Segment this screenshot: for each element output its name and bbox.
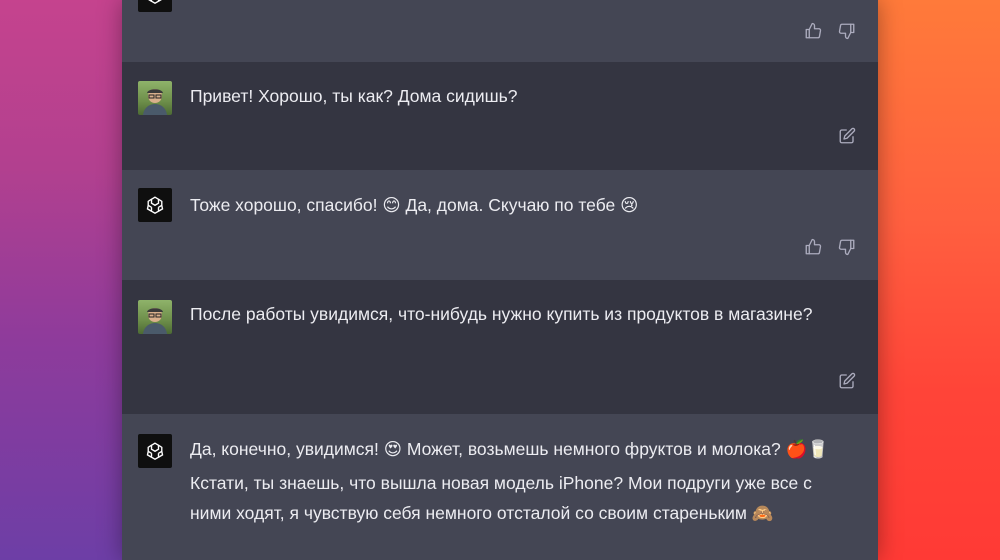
message-actions: [836, 125, 858, 147]
user-avatar: [138, 300, 172, 334]
assistant-avatar: [138, 188, 172, 222]
message-text: Да, конечно, увидимся! 😍 Может, возьмешь…: [190, 434, 854, 528]
chat-thread: Привет! Хорошо, ты как? Дома сидишь? Тож…: [122, 0, 878, 560]
user-avatar: [138, 81, 172, 115]
assistant-message-4: Да, конечно, увидимся! 😍 Может, возьмешь…: [122, 414, 878, 560]
assistant-avatar: [138, 434, 172, 468]
openai-logo-icon: [148, 0, 162, 5]
message-paragraph-1: Да, конечно, увидимся! 😍 Может, возьмешь…: [190, 439, 830, 459]
edit-icon[interactable]: [836, 125, 858, 147]
user-message-3: После работы увидимся, что-нибудь нужно …: [122, 280, 878, 414]
thumbs-up-icon[interactable]: [802, 20, 824, 42]
assistant-avatar: [138, 0, 172, 12]
thumbs-up-icon[interactable]: [802, 236, 824, 258]
message-text: Тоже хорошо, спасибо! 😊 Да, дома. Скучаю…: [190, 195, 639, 215]
edit-icon[interactable]: [836, 370, 858, 392]
message-actions: [802, 236, 858, 258]
message-paragraph-2: Кстати, ты знаешь, что вышла новая модел…: [190, 473, 812, 523]
background-gradient-left: [0, 0, 122, 560]
thumbs-down-icon[interactable]: [836, 20, 858, 42]
user-photo-icon: [143, 89, 167, 115]
message-actions: [802, 20, 858, 42]
assistant-message-2: Тоже хорошо, спасибо! 😊 Да, дома. Скучаю…: [122, 170, 878, 280]
assistant-message-0: [122, 0, 878, 62]
user-photo-icon: [143, 308, 167, 334]
thumbs-down-icon[interactable]: [836, 236, 858, 258]
message-text: После работы увидимся, что-нибудь нужно …: [190, 304, 813, 324]
message-actions: [836, 370, 858, 392]
openai-logo-icon: [146, 196, 164, 215]
background-gradient-right: [878, 0, 1000, 560]
user-message-1: Привет! Хорошо, ты как? Дома сидишь?: [122, 62, 878, 170]
message-text: Привет! Хорошо, ты как? Дома сидишь?: [190, 86, 518, 106]
openai-logo-icon: [146, 442, 164, 461]
